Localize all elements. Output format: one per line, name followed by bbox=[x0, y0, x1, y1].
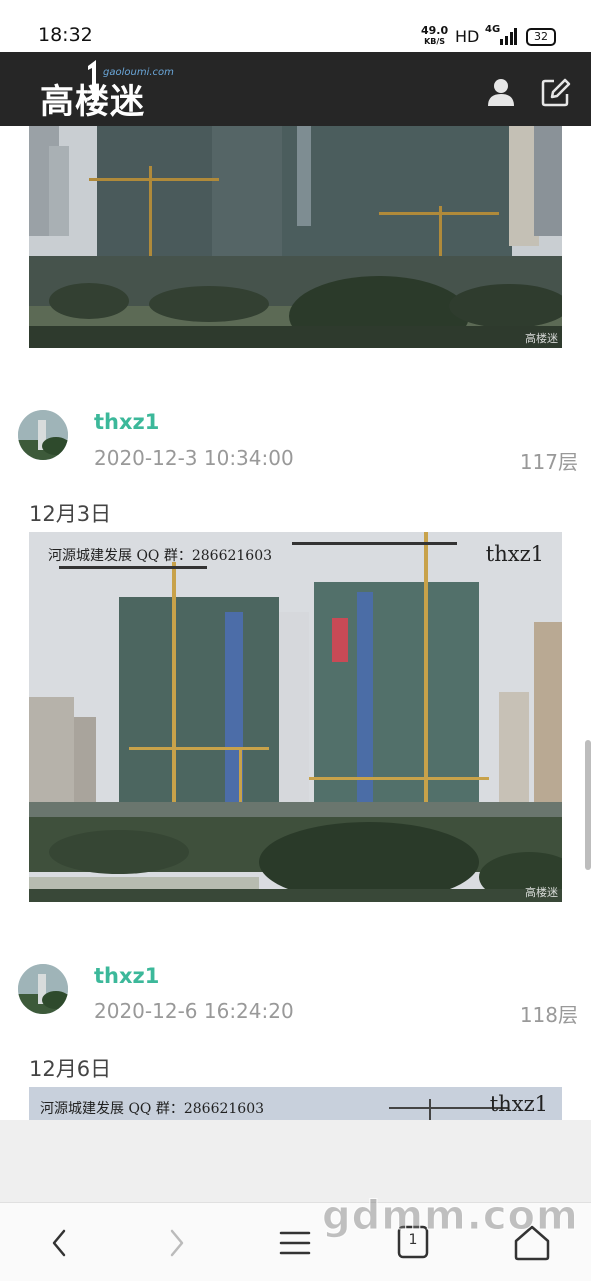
site-header: 高楼迷 gaoloumi.com bbox=[0, 52, 591, 126]
signal-icon bbox=[500, 28, 517, 45]
photo-qq-caption: 河源城建发展 QQ 群：286621603 bbox=[40, 1101, 265, 1117]
user-icon[interactable] bbox=[486, 78, 516, 106]
post-author[interactable]: thxz1 bbox=[94, 410, 159, 434]
post-timestamp: 2020-12-6 16:24:20 bbox=[94, 999, 294, 1023]
bottom-panel bbox=[0, 1120, 591, 1202]
previous-post-photo[interactable]: 高楼迷 bbox=[29, 126, 562, 348]
site-logo[interactable]: 高楼迷 bbox=[40, 74, 145, 123]
menu-icon[interactable] bbox=[273, 1221, 317, 1265]
battery-icon: 32 bbox=[526, 28, 556, 46]
photo-qq-caption: 河源城建发展 QQ 群：286621603 bbox=[48, 548, 273, 564]
post-floor-number: 118层 bbox=[519, 1003, 578, 1027]
scrollbar-thumb[interactable] bbox=[585, 740, 591, 870]
network-speed-value: 49.0 bbox=[421, 24, 449, 37]
site-logo-url: gaoloumi.com bbox=[103, 67, 174, 78]
post-text: 12月6日 bbox=[29, 1057, 112, 1081]
post-photo[interactable]: 河源城建发展 QQ 群：286621603 thxz1 bbox=[29, 1087, 562, 1120]
photo-user-caption: thxz1 bbox=[485, 542, 544, 566]
status-bar: 18:32 49.0 KB/S HD 4G 32 bbox=[0, 0, 591, 52]
hd-indicator: HD bbox=[455, 27, 480, 46]
network-type: 4G bbox=[485, 24, 501, 35]
avatar[interactable] bbox=[18, 964, 68, 1014]
post-photo[interactable]: 河源城建发展 QQ 群：286621603 thxz1 高楼迷 bbox=[29, 532, 562, 902]
post-text: 12月3日 bbox=[29, 502, 112, 526]
edit-icon[interactable] bbox=[540, 76, 572, 108]
avatar[interactable] bbox=[18, 410, 68, 460]
photo-watermark-logo: 高楼迷 bbox=[525, 332, 558, 345]
network-speed-unit: KB/S bbox=[424, 37, 446, 46]
forward-icon[interactable] bbox=[154, 1221, 198, 1265]
battery-level: 32 bbox=[534, 30, 548, 43]
photo-watermark-logo: 高楼迷 bbox=[525, 886, 558, 899]
post-timestamp: 2020-12-3 10:34:00 bbox=[94, 446, 294, 470]
photo-user-caption: thxz1 bbox=[489, 1092, 548, 1116]
status-time: 18:32 bbox=[38, 24, 93, 46]
site-watermark: gdmm.com bbox=[322, 1193, 579, 1240]
post-floor-number: 117层 bbox=[519, 450, 578, 474]
post-author[interactable]: thxz1 bbox=[94, 964, 159, 988]
network-speed: 49.0 KB/S bbox=[421, 25, 448, 47]
back-icon[interactable] bbox=[38, 1221, 82, 1265]
